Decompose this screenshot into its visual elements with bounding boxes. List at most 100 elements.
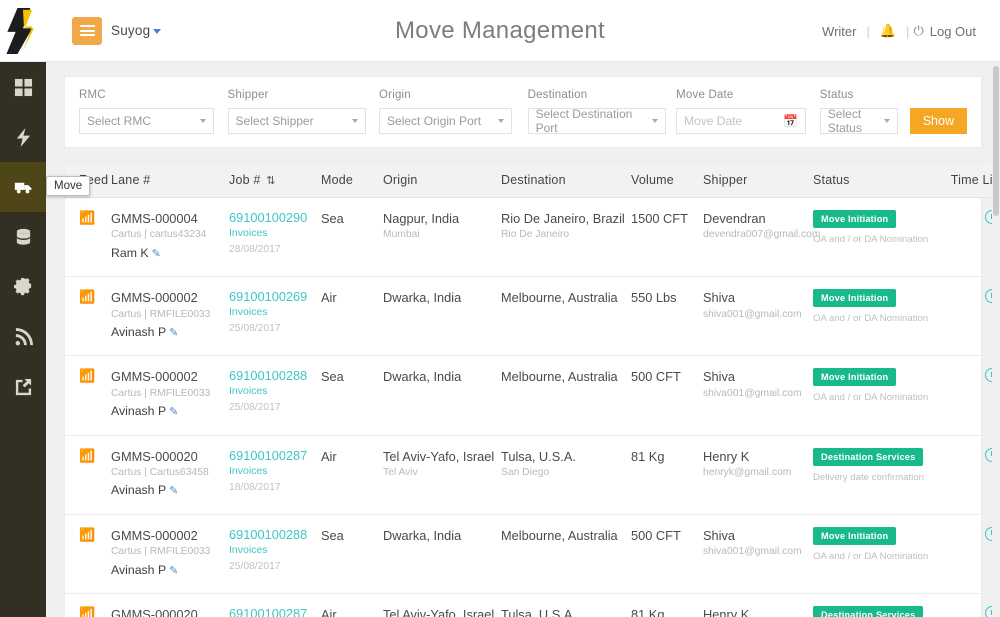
status-badge[interactable]: Destination Services [813, 447, 924, 466]
col-destination[interactable]: Destination [501, 163, 631, 198]
table-row[interactable]: 📶 GMMS-000002 Cartus | RMFILE0033 Avinash P… [65, 514, 1000, 595]
job-number-link[interactable]: 69100100287 [229, 606, 317, 617]
scrollbar-thumb[interactable] [993, 66, 999, 216]
destination-value: Tulsa, U.S.A. [501, 607, 576, 617]
shipper-email: devendra007@gmail.com [703, 229, 821, 241]
table-row[interactable]: 📶 GMMS-000002 Cartus | RMFILE0033 Avinash P… [65, 355, 1000, 436]
sidebar-item-settings[interactable] [0, 262, 46, 312]
page-scrollbar[interactable] [992, 62, 1000, 617]
cell-feed: 📶 [65, 197, 111, 278]
top-bar-right: Writer | 🔔 | ⏻ Log Out [816, 0, 982, 62]
job-date: 28/08/2017 [229, 243, 281, 255]
job-number-link[interactable]: 69100100288 [229, 368, 317, 383]
sidebar-item-feed[interactable] [0, 312, 46, 362]
sidebar-item-export[interactable] [0, 362, 46, 412]
col-job-label: Job # [229, 173, 261, 187]
rss-icon[interactable]: 📶 [79, 606, 95, 617]
table-row[interactable]: 📶 GMMS-000004 Cartus | cartus43234 Ram K ✎ 69… [65, 197, 1000, 278]
job-number-link[interactable]: 69100100269 [229, 289, 317, 304]
status-badge[interactable]: Move Initiation [813, 526, 897, 545]
origin-port-select-value: Select Origin Port [387, 114, 482, 128]
col-mode[interactable]: Mode [321, 163, 383, 198]
job-number-link[interactable]: 69100100288 [229, 527, 317, 542]
cell-status: Move Initiation OA and / or DA Nomination [813, 276, 945, 357]
status-select[interactable]: Select Status [819, 107, 898, 135]
status-badge[interactable]: Move Initiation [813, 289, 897, 308]
chevron-down-icon [651, 119, 658, 123]
mode-value: Air [321, 607, 337, 617]
calendar-icon[interactable]: 📅 [783, 114, 798, 128]
col-origin[interactable]: Origin [383, 163, 501, 198]
sort-icon[interactable]: ⇅ [266, 174, 275, 187]
invoices-link[interactable]: Invoices [229, 463, 317, 481]
invoices-link[interactable]: Invoices [229, 542, 317, 560]
mode-value: Sea [321, 211, 344, 226]
cell-destination: Tulsa, U.S.A.San Diego [501, 593, 631, 617]
table-row[interactable]: 📶GMMS-000020Cartus | Cartus63458Avinash … [65, 593, 1000, 617]
sidebar-item-dashboard[interactable] [0, 62, 46, 112]
rss-icon[interactable]: 📶 [79, 448, 95, 463]
sidebar-item-activity[interactable] [0, 112, 46, 162]
cell-lane: GMMS-000002 Cartus | RMFILE0033 Avinash P ✎ [111, 514, 229, 595]
status-substep: OA and / or DA Nomination [813, 313, 929, 325]
app-root: Suyog Move Management Writer | 🔔 | ⏻ Log… [0, 0, 1000, 617]
status-badge[interactable]: Move Initiation [813, 210, 897, 228]
cell-mode: Sea [321, 355, 383, 436]
cell-feed: 📶 [65, 435, 111, 515]
chevron-down-icon [200, 119, 206, 123]
col-shipper[interactable]: Shipper [703, 163, 813, 198]
shipper-name: Henry K [703, 607, 750, 617]
show-button[interactable]: Show [909, 108, 967, 134]
col-status[interactable]: Status [813, 163, 945, 198]
edit-icon[interactable]: ✎ [169, 327, 178, 339]
lane-number: GMMS-000020 [111, 607, 198, 617]
col-job[interactable]: Job # ⇅ [229, 163, 321, 198]
rmc-select[interactable]: Select RMC [79, 108, 214, 134]
origin-port-select[interactable]: Select Origin Port [379, 108, 513, 134]
cell-destination: Melbourne, Australia [501, 514, 631, 595]
edit-icon[interactable]: ✎ [152, 248, 161, 260]
shipper-email: shiva001@gmail.com [703, 308, 802, 320]
cell-origin: Tel Aviv-Yafo, Israel Tel Aviv [383, 435, 501, 515]
cell-shipper: Shiva shiva001@gmail.com [703, 355, 813, 436]
col-volume[interactable]: Volume [631, 163, 703, 198]
rss-icon[interactable]: 📶 [79, 289, 95, 304]
job-number-link[interactable]: 69100100287 [229, 448, 317, 463]
table-row[interactable]: 📶GMMS-000020Cartus | Cartus63458Avinash … [65, 435, 1000, 515]
cell-status: Move Initiation OA and / or DA Nomination [813, 514, 945, 595]
edit-icon[interactable]: ✎ [169, 485, 178, 497]
col-lane[interactable]: Lane # [111, 163, 229, 198]
rss-icon[interactable]: 📶 [79, 210, 95, 225]
job-number-link[interactable]: 69100100290 [229, 210, 317, 225]
lane-person-name: Avinash P [111, 324, 167, 339]
edit-icon[interactable]: ✎ [169, 406, 178, 418]
menu-toggle-button[interactable] [72, 16, 102, 45]
sidebar-item-move[interactable]: Move [0, 162, 91, 212]
shipper-name: Shiva [703, 527, 736, 543]
shipper-select[interactable]: Select Shipper [227, 108, 366, 134]
rss-icon[interactable]: 📶 [79, 368, 95, 383]
lane-person: Avinash P ✎ [111, 481, 225, 500]
invoices-link[interactable]: Invoices [229, 304, 317, 322]
notification-bell-icon[interactable]: 🔔 [874, 23, 902, 39]
shipper-name: Shiva [703, 369, 736, 385]
lane-number: GMMS-000004 [111, 211, 198, 226]
filter-rmc: RMC Select RMC [79, 89, 228, 134]
rss-icon[interactable]: 📶 [79, 527, 95, 542]
company-logo-icon[interactable] [0, 0, 46, 62]
edit-icon[interactable]: ✎ [169, 565, 178, 577]
cell-job: 69100100288 Invoices 25/08/2017 [229, 514, 321, 595]
user-menu[interactable]: Suyog [111, 23, 162, 38]
invoices-link[interactable]: Invoices [229, 383, 317, 401]
status-badge[interactable]: Move Initiation [813, 368, 897, 387]
status-badge[interactable]: Destination Services [813, 606, 924, 617]
destination-port-select[interactable]: Select Destination Port [527, 107, 666, 135]
table-body: 📶 GMMS-000004 Cartus | cartus43234 Ram K ✎ 69… [65, 197, 1000, 617]
destination-port-select-value: Select Destination Port [535, 107, 633, 135]
power-icon[interactable]: ⏻ [913, 23, 923, 39]
table-row[interactable]: 📶 GMMS-000002 Cartus | RMFILE0033 Avinash P… [65, 276, 1000, 357]
sidebar-item-data[interactable] [0, 212, 46, 262]
move-date-field[interactable]: Move Date 📅 [676, 108, 807, 134]
invoices-link[interactable]: Invoices [229, 225, 317, 243]
logout-button[interactable]: Log Out [924, 24, 982, 39]
